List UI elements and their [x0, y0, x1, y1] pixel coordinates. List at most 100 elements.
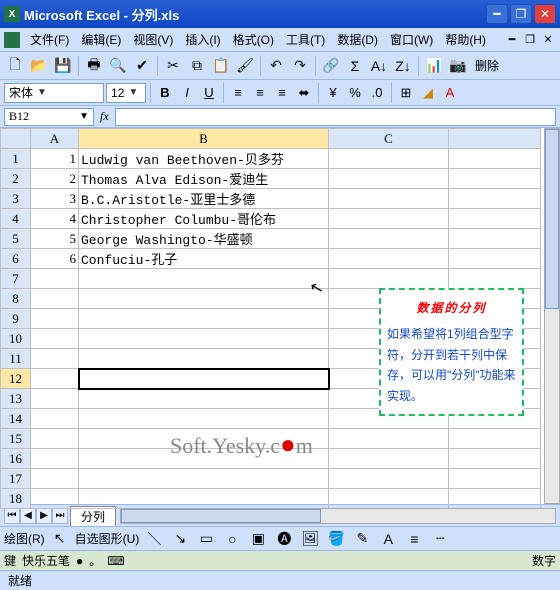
paste-icon[interactable]: 📋 — [210, 55, 232, 77]
horizontal-scrollbar[interactable] — [120, 508, 556, 524]
print-icon[interactable]: 🖶 — [83, 55, 105, 77]
row-header[interactable]: 12 — [1, 369, 31, 389]
formula-input[interactable] — [115, 108, 556, 126]
cell[interactable] — [329, 429, 449, 449]
arrow-icon[interactable]: ↘ — [169, 528, 191, 550]
menu-tools[interactable]: 工具(T) — [280, 29, 331, 50]
cell[interactable] — [31, 449, 79, 469]
cell[interactable] — [79, 349, 329, 369]
row-header[interactable]: 5 — [1, 229, 31, 249]
cell[interactable] — [329, 469, 449, 489]
cell[interactable] — [79, 369, 329, 389]
cell[interactable]: 2 — [31, 169, 79, 189]
cell[interactable] — [79, 409, 329, 429]
cell[interactable] — [449, 269, 541, 289]
align-center-icon[interactable]: ≡ — [250, 83, 270, 103]
cell[interactable] — [79, 489, 329, 509]
tab-nav-last-icon[interactable]: ⏭ — [52, 508, 68, 524]
cell[interactable] — [449, 429, 541, 449]
format-painter-icon[interactable]: 🖌 — [234, 55, 256, 77]
row-header[interactable]: 10 — [1, 329, 31, 349]
fx-icon[interactable]: fx — [100, 109, 109, 124]
menu-file[interactable]: 文件(F) — [24, 29, 75, 50]
autoshapes-menu[interactable]: 自选图形(U) — [75, 530, 140, 547]
cut-icon[interactable]: ✂ — [162, 55, 184, 77]
menu-view[interactable]: 视图(V) — [127, 29, 179, 50]
cell[interactable] — [329, 449, 449, 469]
preview-icon[interactable]: 🔍 — [107, 55, 129, 77]
vertical-scrollbar[interactable] — [544, 128, 560, 504]
font-color-icon[interactable]: A — [377, 528, 399, 550]
line-style-icon[interactable]: ≡ — [403, 528, 425, 550]
select-all-corner[interactable] — [1, 129, 31, 149]
cell[interactable] — [449, 489, 541, 509]
cell[interactable] — [31, 269, 79, 289]
italic-button[interactable]: I — [177, 83, 197, 103]
row-header[interactable]: 3 — [1, 189, 31, 209]
cell[interactable] — [449, 209, 541, 229]
menu-help[interactable]: 帮助(H) — [439, 29, 492, 50]
row-header[interactable]: 16 — [1, 449, 31, 469]
cell[interactable] — [79, 329, 329, 349]
cell[interactable]: 3 — [31, 189, 79, 209]
name-box[interactable]: B12 ▼ — [4, 108, 94, 126]
menu-data[interactable]: 数据(D) — [331, 29, 384, 50]
cell[interactable] — [329, 269, 449, 289]
cell[interactable] — [79, 309, 329, 329]
redo-icon[interactable]: ↷ — [289, 55, 311, 77]
row-header[interactable]: 9 — [1, 309, 31, 329]
sort-asc-icon[interactable]: A↓ — [368, 55, 390, 77]
cell[interactable] — [31, 349, 79, 369]
line-color-icon[interactable]: ✎ — [351, 528, 373, 550]
bold-button[interactable]: B — [155, 83, 175, 103]
cell[interactable] — [31, 469, 79, 489]
draw-menu[interactable]: 绘图(R) — [4, 530, 45, 547]
doc-close-button[interactable]: ✕ — [540, 33, 556, 47]
minimize-button[interactable]: ━ — [486, 4, 508, 24]
oval-icon[interactable]: ○ — [221, 528, 243, 550]
borders-icon[interactable]: ⊞ — [396, 83, 416, 103]
row-header[interactable]: 13 — [1, 389, 31, 409]
cell[interactable] — [79, 469, 329, 489]
col-header-a[interactable]: A — [31, 129, 79, 149]
col-header-b[interactable]: B — [79, 129, 329, 149]
row-header[interactable]: 4 — [1, 209, 31, 229]
cell[interactable] — [31, 369, 79, 389]
cell[interactable] — [449, 249, 541, 269]
row-header[interactable]: 7 — [1, 269, 31, 289]
cell[interactable] — [329, 169, 449, 189]
cell[interactable] — [449, 189, 541, 209]
select-objects-icon[interactable]: ↖ — [49, 528, 71, 550]
tab-nav-next-icon[interactable]: ▶ — [36, 508, 52, 524]
cell[interactable] — [31, 309, 79, 329]
clipart-icon[interactable]: 🖼 — [299, 528, 321, 550]
row-header[interactable]: 8 — [1, 289, 31, 309]
cell[interactable] — [31, 389, 79, 409]
cell[interactable] — [449, 149, 541, 169]
percent-icon[interactable]: % — [345, 83, 365, 103]
cell[interactable] — [329, 189, 449, 209]
col-header-c[interactable]: C — [329, 129, 449, 149]
row-header[interactable]: 6 — [1, 249, 31, 269]
autosum-icon[interactable]: Σ — [344, 55, 366, 77]
spell-icon[interactable]: ✔ — [131, 55, 153, 77]
cell[interactable] — [329, 489, 449, 509]
currency-icon[interactable]: ¥ — [323, 83, 343, 103]
cell[interactable]: Confuciu-孔子 — [79, 249, 329, 269]
sort-desc-icon[interactable]: Z↓ — [392, 55, 414, 77]
underline-button[interactable]: U — [199, 83, 219, 103]
textbox-icon[interactable]: ▣ — [247, 528, 269, 550]
fill-color-icon[interactable]: ◢ — [418, 83, 438, 103]
copy-icon[interactable]: ⧉ — [186, 55, 208, 77]
ime-switch-icon[interactable]: 键 — [4, 552, 16, 569]
row-header[interactable]: 17 — [1, 469, 31, 489]
doc-restore-button[interactable]: ❐ — [522, 33, 538, 47]
cell[interactable]: Thomas Alva Edison-爱迪生 — [79, 169, 329, 189]
close-button[interactable]: ✕ — [534, 4, 556, 24]
doc-minimize-button[interactable]: ━ — [504, 33, 520, 47]
menu-format[interactable]: 格式(O) — [227, 29, 280, 50]
undo-icon[interactable]: ↶ — [265, 55, 287, 77]
cell[interactable] — [449, 449, 541, 469]
cell[interactable]: 6 — [31, 249, 79, 269]
wordart-icon[interactable]: 🅐 — [273, 528, 295, 550]
